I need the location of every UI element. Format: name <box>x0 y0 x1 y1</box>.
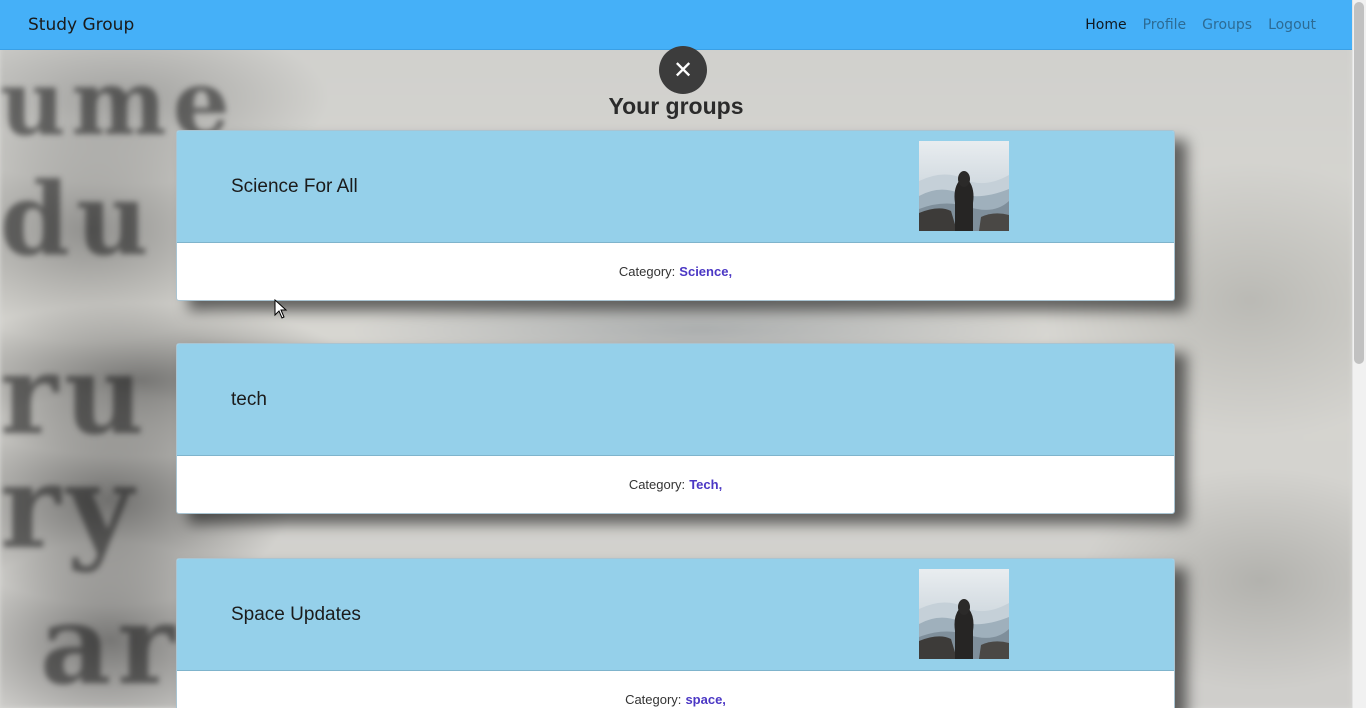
hooded-figure-mountains-image <box>919 569 1009 659</box>
group-card-footer: Category: space, <box>177 671 1174 708</box>
category-link[interactable]: space, <box>685 692 725 707</box>
group-name[interactable]: Science For All <box>231 176 358 198</box>
category-label: Category: <box>628 477 686 492</box>
hooded-figure-mountains-image <box>919 141 1009 231</box>
category-label: Category: <box>618 264 676 279</box>
mouse-cursor-icon <box>274 299 288 319</box>
group-card-footer: Category: Tech, <box>177 456 1174 513</box>
background-text-decoration: du <box>0 160 155 278</box>
scrollbar-thumb[interactable] <box>1354 2 1364 364</box>
group-card-footer: Category: Science, <box>177 243 1174 300</box>
group-card[interactable]: Space Updates Category: space, <box>176 558 1175 708</box>
background-text-decoration: ry <box>0 440 140 575</box>
category-link[interactable]: Science, <box>679 264 732 279</box>
close-button[interactable]: ✕ <box>659 46 707 94</box>
brand-link[interactable]: Study Group <box>28 15 134 35</box>
nav-link-home[interactable]: Home <box>1085 17 1126 33</box>
vertical-scrollbar[interactable] <box>1352 0 1366 708</box>
nav-link-logout[interactable]: Logout <box>1268 17 1316 33</box>
group-card[interactable]: Science For All Category: Science, <box>176 130 1175 301</box>
group-thumbnail <box>919 569 1009 659</box>
group-card-header: tech <box>177 344 1174 456</box>
group-thumbnail <box>919 141 1009 231</box>
page-title: Your groups <box>608 93 744 119</box>
group-card-header: Science For All <box>177 131 1174 243</box>
nav-link-profile[interactable]: Profile <box>1143 17 1187 33</box>
category-link[interactable]: Tech, <box>689 477 722 492</box>
background-text-decoration: ar <box>40 580 182 708</box>
group-card[interactable]: tech Category: Tech, <box>176 343 1175 514</box>
nav-link-groups[interactable]: Groups <box>1202 17 1252 33</box>
nav-links: Home Profile Groups Logout <box>1085 17 1316 33</box>
group-name[interactable]: Space Updates <box>231 604 361 626</box>
close-icon: ✕ <box>672 56 694 84</box>
group-name[interactable]: tech <box>231 389 267 411</box>
category-label: Category: <box>625 692 682 707</box>
top-navbar: Study Group Home Profile Groups Logout <box>0 0 1352 50</box>
group-card-header: Space Updates <box>177 559 1174 671</box>
